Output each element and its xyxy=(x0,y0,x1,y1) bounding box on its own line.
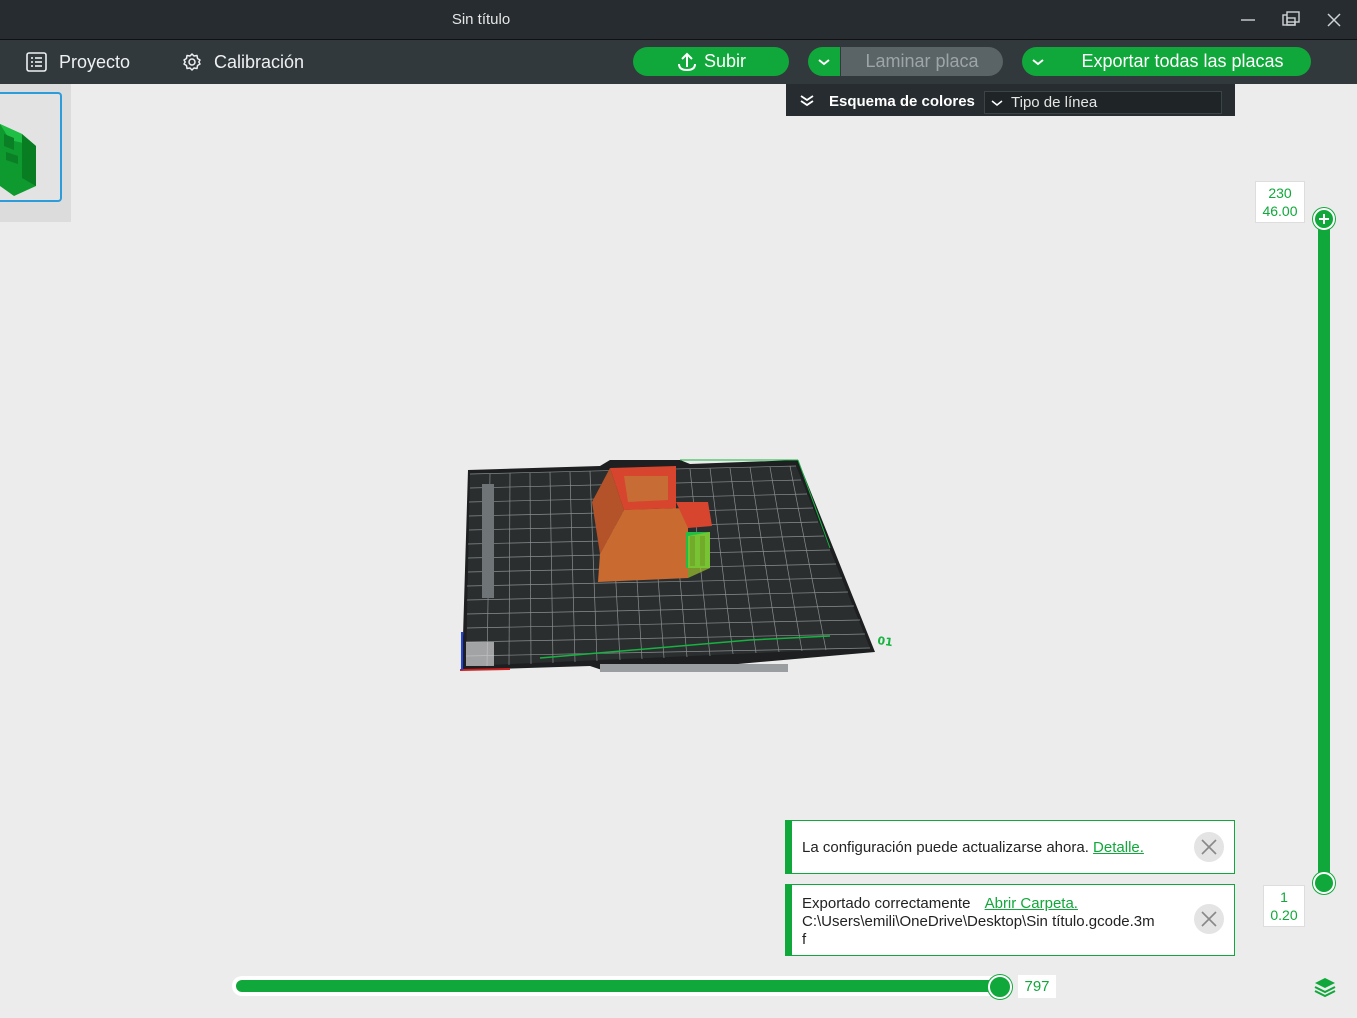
update-notification-text: La configuración puede actualizarse ahor… xyxy=(802,839,1144,856)
export-path-tail: f xyxy=(802,931,807,948)
move-slider-value: 797 xyxy=(1018,975,1056,998)
upload-button[interactable]: Subir xyxy=(633,47,789,76)
layers-icon[interactable] xyxy=(1313,975,1337,999)
update-message: La configuración puede actualizarse ahor… xyxy=(802,839,1089,856)
slice-plate-button[interactable]: Laminar placa xyxy=(841,47,1003,76)
bottom-layer-number: 1 xyxy=(1280,889,1288,905)
project-menu[interactable]: Proyecto xyxy=(26,40,130,84)
export-message: Exportado correctamente xyxy=(802,895,971,912)
plate-thumbnail[interactable] xyxy=(0,92,62,202)
slice-dropdown-toggle[interactable] xyxy=(808,47,840,76)
color-scheme-select[interactable]: Tipo de línea xyxy=(984,91,1222,114)
minimize-icon[interactable] xyxy=(1235,8,1261,32)
list-icon xyxy=(26,52,47,72)
plate-number: 01 xyxy=(877,634,894,649)
calibration-label: Calibración xyxy=(214,51,305,72)
bed-side-text xyxy=(482,484,494,598)
chevron-down-icon xyxy=(818,58,830,65)
chevron-down-icon xyxy=(991,100,1003,106)
slice-plate-label: Laminar placa xyxy=(865,51,979,71)
export-all-plates-button[interactable]: Exportar todas las placas xyxy=(1054,47,1311,76)
main-toolbar: Proyecto Calibración Subir Laminar placa… xyxy=(0,40,1357,84)
top-layer-handle[interactable] xyxy=(1313,208,1335,230)
update-notification: La configuración puede actualizarse ahor… xyxy=(785,820,1235,874)
gear-icon xyxy=(183,53,201,71)
collapse-icon[interactable] xyxy=(799,94,815,108)
calibration-menu[interactable]: Calibración xyxy=(182,40,304,84)
top-layer-label: 230 46.00 xyxy=(1255,181,1305,223)
bottom-layer-label: 1 0.20 xyxy=(1263,885,1305,927)
chevron-down-icon xyxy=(1032,58,1044,65)
move-slider-fill xyxy=(236,980,1002,992)
top-layer-number: 230 xyxy=(1268,185,1292,201)
export-dropdown-toggle[interactable] xyxy=(1022,47,1054,76)
export-path: C:\Users\emili\OneDrive\Desktop\Sin títu… xyxy=(802,913,1155,930)
project-label: Proyecto xyxy=(59,51,131,72)
x-axis-indicator xyxy=(459,668,511,671)
bottom-layer-height: 0.20 xyxy=(1270,907,1298,923)
title-bar: Sin título xyxy=(0,0,1357,40)
layer-slider-track[interactable] xyxy=(1318,212,1330,888)
color-scheme-value: Tipo de línea xyxy=(1011,94,1098,111)
top-layer-height: 46.00 xyxy=(1262,203,1298,219)
plus-icon xyxy=(1319,214,1329,224)
export-notification: Exportado correctamente Abrir Carpeta. C… xyxy=(785,884,1235,956)
close-notification-button[interactable] xyxy=(1194,832,1224,862)
close-icon xyxy=(1201,911,1217,927)
move-slider-handle[interactable] xyxy=(988,975,1012,999)
bed-corner-patch xyxy=(466,642,494,666)
close-notification-button[interactable] xyxy=(1194,904,1224,934)
restore-icon[interactable] xyxy=(1278,8,1304,32)
upload-icon xyxy=(677,52,696,71)
plate-model-preview xyxy=(0,124,36,196)
detail-link[interactable]: Detalle. xyxy=(1093,839,1144,856)
color-scheme-panel: Esquema de colores Tipo de línea xyxy=(786,84,1235,116)
upload-label: Subir xyxy=(703,51,747,71)
open-folder-link[interactable]: Abrir Carpeta. xyxy=(985,895,1078,912)
close-icon[interactable] xyxy=(1321,8,1347,32)
plate-list xyxy=(0,84,71,222)
close-icon xyxy=(1201,839,1217,855)
export-all-label: Exportar todas las placas xyxy=(1081,51,1284,71)
print-bed-preview[interactable]: 01 xyxy=(440,440,920,690)
color-scheme-label: Esquema de colores xyxy=(829,93,975,110)
bed-front-label-strip xyxy=(600,664,788,672)
export-notification-text: Exportado correctamente Abrir Carpeta. C… xyxy=(802,895,1184,949)
bottom-layer-handle[interactable] xyxy=(1313,872,1335,894)
window-title: Sin título xyxy=(451,11,511,28)
